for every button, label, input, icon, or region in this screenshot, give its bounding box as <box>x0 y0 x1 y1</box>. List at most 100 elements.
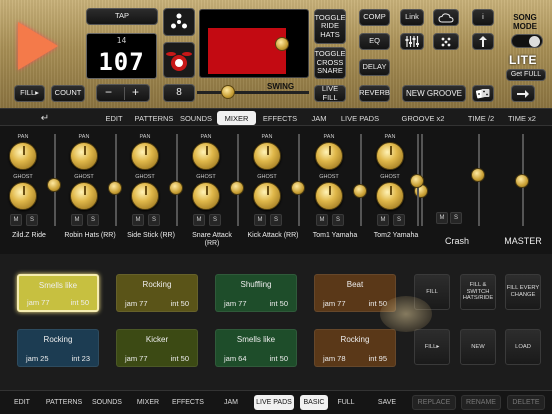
live-pad[interactable]: Smells like jam 77 int 50 <box>17 274 99 312</box>
load-button[interactable]: LOAD <box>505 329 541 365</box>
tap-button[interactable]: TAP <box>86 8 158 25</box>
mute-button[interactable]: M <box>316 214 328 226</box>
solo-button[interactable]: S <box>209 214 221 226</box>
link-button[interactable]: Link <box>400 9 424 26</box>
arrow-right-icon[interactable] <box>511 85 535 102</box>
ghost-knob[interactable] <box>131 182 159 210</box>
get-full-button[interactable]: Get FULL <box>506 69 546 81</box>
crash-solo-button[interactable]: S <box>450 212 462 224</box>
volume-fader[interactable] <box>353 184 367 198</box>
bottom-tab-mixer[interactable]: MIXER <box>134 395 162 410</box>
bottom-tab-full[interactable]: FULL <box>334 395 358 410</box>
drum-kit-icon[interactable] <box>163 42 195 78</box>
crash-mute-button[interactable]: M <box>436 212 448 224</box>
new-pad-button[interactable]: NEW <box>460 329 496 365</box>
master-fader[interactable] <box>515 174 529 188</box>
pan-knob[interactable] <box>376 142 404 170</box>
live-fill-button[interactable]: LIVE FILL <box>314 84 346 102</box>
cloud-icon[interactable] <box>433 9 459 26</box>
swing-slider[interactable] <box>197 91 309 94</box>
tab-groove-x2[interactable]: GROOVE x2 <box>398 111 448 125</box>
mute-button[interactable]: M <box>377 214 389 226</box>
pan-knob[interactable] <box>315 142 343 170</box>
volume-fader[interactable] <box>108 181 122 195</box>
mute-button[interactable]: M <box>71 214 83 226</box>
eq-button[interactable]: EQ <box>359 33 390 50</box>
solo-button[interactable]: S <box>332 214 344 226</box>
volume-fader[interactable] <box>291 181 305 195</box>
ghost-knob[interactable] <box>9 182 37 210</box>
pan-knob[interactable] <box>253 142 281 170</box>
play-icon[interactable] <box>18 22 58 70</box>
live-pad[interactable]: Shuffling jam 77 int 50 <box>215 274 297 312</box>
pinwheel-icon[interactable] <box>163 8 195 36</box>
new-groove-button[interactable]: NEW GROOVE <box>402 85 466 102</box>
pan-knob[interactable] <box>131 142 159 170</box>
bottom-tab-live-pads[interactable]: LIVE PADS <box>254 395 294 410</box>
bottom-tab-sounds[interactable]: SOUNDS <box>90 395 124 410</box>
tab-patterns[interactable]: PATTERNS <box>132 111 176 125</box>
tab-live-pads[interactable]: LIVE PADS <box>340 111 380 125</box>
ghost-knob[interactable] <box>376 182 404 210</box>
comp-button[interactable]: COMP <box>359 9 390 26</box>
crash-fader[interactable] <box>410 174 424 188</box>
pan-knob[interactable] <box>70 142 98 170</box>
pan-knob[interactable] <box>192 142 220 170</box>
info-button[interactable]: i <box>472 9 494 26</box>
solo-button[interactable]: S <box>393 214 405 226</box>
ghost-knob[interactable] <box>315 182 343 210</box>
solo-button[interactable]: S <box>26 214 38 226</box>
mute-button[interactable]: M <box>254 214 266 226</box>
crash-volume-fader[interactable] <box>471 168 485 182</box>
mute-button[interactable]: M <box>193 214 205 226</box>
song-mode-toggle[interactable] <box>511 34 543 48</box>
beats-button[interactable]: 8 <box>163 84 195 102</box>
live-pad[interactable]: Kicker jam 77 int 50 <box>116 329 198 367</box>
live-pad[interactable]: Smells like jam 64 int 50 <box>215 329 297 367</box>
dots-grid-icon[interactable] <box>433 33 459 50</box>
ghost-knob[interactable] <box>70 182 98 210</box>
fill-button[interactable]: FILL▸ <box>14 85 45 102</box>
solo-button[interactable]: S <box>270 214 282 226</box>
mute-button[interactable]: M <box>132 214 144 226</box>
tab-mixer[interactable]: MIXER <box>217 111 256 125</box>
bottom-tab-effects[interactable]: EFFECTS <box>170 395 206 410</box>
rename-button[interactable]: RENAME <box>461 395 501 410</box>
save-button[interactable]: SAVE <box>372 395 402 410</box>
xy-pad[interactable] <box>199 9 309 78</box>
tab-time-double[interactable]: TIME x2 <box>505 111 539 125</box>
volume-fader[interactable] <box>47 178 61 192</box>
ghost-knob[interactable] <box>192 182 220 210</box>
toggle-cross-snare-button[interactable]: TOGGLE CROSS SNARE <box>314 47 346 79</box>
back-icon[interactable]: ↵ <box>30 111 60 125</box>
delay-button[interactable]: DELAY <box>359 59 390 76</box>
bottom-tab-basic[interactable]: BASIC <box>300 395 328 410</box>
mute-button[interactable]: M <box>10 214 22 226</box>
ghost-knob[interactable] <box>253 182 281 210</box>
live-pad[interactable]: Rocking jam 78 int 95 <box>314 329 396 367</box>
tab-effects[interactable]: EFFECTS <box>259 111 301 125</box>
fill-every-change-button[interactable]: FILL EVERY CHANGE <box>505 274 541 310</box>
bottom-tab-patterns[interactable]: PATTERNS <box>44 395 84 410</box>
tab-edit[interactable]: EDIT <box>100 111 128 125</box>
live-pad[interactable]: Rocking jam 77 int 50 <box>116 274 198 312</box>
tab-sounds[interactable]: SOUNDS <box>178 111 214 125</box>
delete-button[interactable]: DELETE <box>507 395 545 410</box>
fill-menu-button[interactable]: FILL▸ <box>414 329 450 365</box>
volume-fader[interactable] <box>169 181 183 195</box>
xy-pad-handle[interactable] <box>275 37 289 51</box>
reverb-button[interactable]: REVERB <box>359 85 390 102</box>
tempo-plus-button[interactable]: + <box>132 85 139 100</box>
swing-slider-handle[interactable] <box>221 85 236 99</box>
tab-time-half[interactable]: TIME /2 <box>464 111 498 125</box>
fill-switch-button[interactable]: FILL & SWITCH HATS/RIDE <box>460 274 496 310</box>
solo-button[interactable]: S <box>148 214 160 226</box>
replace-button[interactable]: REPLACE <box>412 395 456 410</box>
dice-icon[interactable] <box>472 85 494 102</box>
pan-knob[interactable] <box>9 142 37 170</box>
toggle-ride-hats-button[interactable]: TOGGLE RIDE HATS <box>314 9 346 44</box>
count-button[interactable]: COUNT <box>51 85 85 102</box>
sliders-icon[interactable] <box>400 33 424 50</box>
tempo-minus-button[interactable]: − <box>105 85 112 100</box>
bottom-tab-jam[interactable]: JAM <box>220 395 242 410</box>
